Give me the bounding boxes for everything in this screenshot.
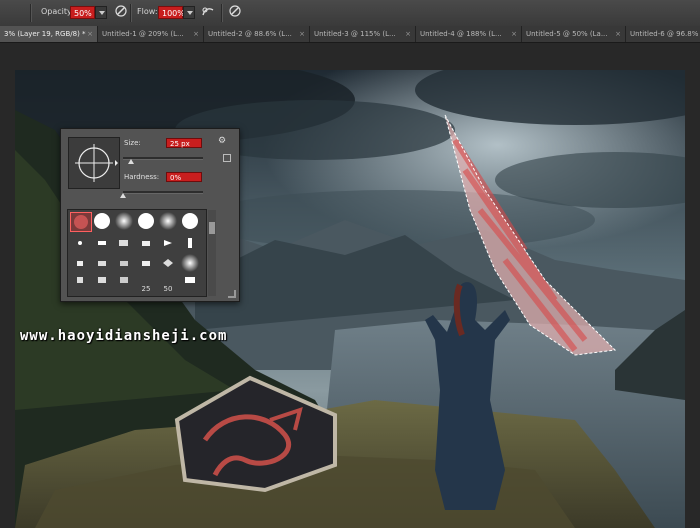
close-icon[interactable]: × [405,26,411,42]
size-slider-thumb[interactable] [128,159,134,164]
hardness-slider-thumb[interactable] [120,193,126,198]
brush-preset[interactable] [114,254,134,272]
pressure-opacity-icon[interactable] [112,4,130,22]
hardness-label: Hardness: [124,173,160,181]
opacity-field[interactable]: 50% [70,6,95,19]
brush-preset[interactable] [70,212,92,232]
brush-preset[interactable] [180,234,200,252]
close-icon[interactable]: × [193,26,199,42]
brush-preset[interactable] [92,234,112,252]
brush-preset[interactable] [180,254,200,272]
hardness-slider-track[interactable] [123,191,203,194]
flow-dropdown[interactable] [183,6,195,19]
flow-label: Flow: [137,7,158,16]
presets-scrollbar-thumb[interactable] [209,222,215,234]
brush-preset[interactable] [92,274,112,292]
brush-preset[interactable] [70,234,90,252]
brush-preset[interactable] [70,274,90,292]
tab-label: Untitled-1 @ 209% (L... [102,30,184,38]
tab-untitled-3[interactable]: Untitled-3 @ 115% (L... × [310,26,416,42]
document-tabs: 3% (Layer 19, RGB/8) * × Untitled-1 @ 209… [0,26,700,43]
brush-preset-picker: Size: 25 px ⚙ Hardness: 0% 25 50 [60,128,240,302]
brush-preset[interactable] [136,234,156,252]
brush-angle-preview[interactable] [68,137,120,189]
close-icon[interactable]: × [299,26,305,42]
brush-preset[interactable] [158,234,178,252]
options-bar: Opacity: 50% Flow: 100% [0,0,700,27]
brush-preset[interactable] [114,234,134,252]
flow-field[interactable]: 100% [158,6,185,19]
new-preset-icon[interactable] [223,154,231,162]
airbrush-icon[interactable] [199,4,217,22]
brush-preset[interactable] [92,254,112,272]
size-label: Size: [124,139,141,147]
opacity-label: Opacity: [41,7,74,16]
tab-untitled-5[interactable]: Untitled-5 @ 50% (La... × [522,26,626,42]
pressure-size-icon[interactable] [226,4,244,22]
size-field[interactable]: 25 px [166,138,202,148]
close-icon[interactable]: × [511,26,517,42]
tab-label: 3% (Layer 19, RGB/8) * [4,30,86,38]
brush-preset[interactable] [92,212,112,230]
brush-preset[interactable] [114,212,134,230]
hardness-field[interactable]: 0% [166,172,202,182]
gear-icon[interactable]: ⚙ [218,136,226,146]
brush-preset[interactable] [114,274,134,292]
separator [221,4,223,22]
brush-presets-grid: 25 50 [67,209,216,297]
opacity-dropdown[interactable] [95,6,107,19]
tab-untitled-4[interactable]: Untitled-4 @ 188% (L... × [416,26,522,42]
tab-label: Untitled-5 @ 50% (La... [526,30,608,38]
resize-grip-icon[interactable] [228,290,236,298]
tab-label: Untitled-2 @ 88.6% (L... [208,30,292,38]
watermark-text: www.haoyidiansheji.com [20,328,228,344]
tab-untitled-2[interactable]: Untitled-2 @ 88.6% (L... × [204,26,310,42]
tab-untitled-6[interactable]: Untitled-6 @ 96.8% [626,26,700,42]
tab-label: Untitled-6 @ 96.8% [630,30,699,38]
brush-preset[interactable] [136,212,156,230]
separator [30,4,32,22]
brush-preset[interactable] [70,254,90,272]
tab-layer-19[interactable]: 3% (Layer 19, RGB/8) * × [0,26,98,42]
brush-preset[interactable] [136,254,156,272]
brush-preset[interactable]: 50 [158,274,178,293]
workspace: www.haoyidiansheji.com Size: 25 px ⚙ Har… [0,43,700,528]
brush-preset[interactable] [158,212,178,230]
separator [130,4,132,22]
tab-label: Untitled-4 @ 188% (L... [420,30,502,38]
brush-preset[interactable] [158,254,178,272]
brush-preset[interactable]: 25 [136,274,156,293]
close-icon[interactable]: × [615,26,621,42]
brush-preset[interactable] [180,212,200,230]
tab-label: Untitled-3 @ 115% (L... [314,30,396,38]
size-slider-track[interactable] [123,157,203,160]
close-icon[interactable]: × [87,26,93,42]
brush-preset[interactable] [180,274,200,292]
tab-untitled-1[interactable]: Untitled-1 @ 209% (L... × [98,26,204,42]
